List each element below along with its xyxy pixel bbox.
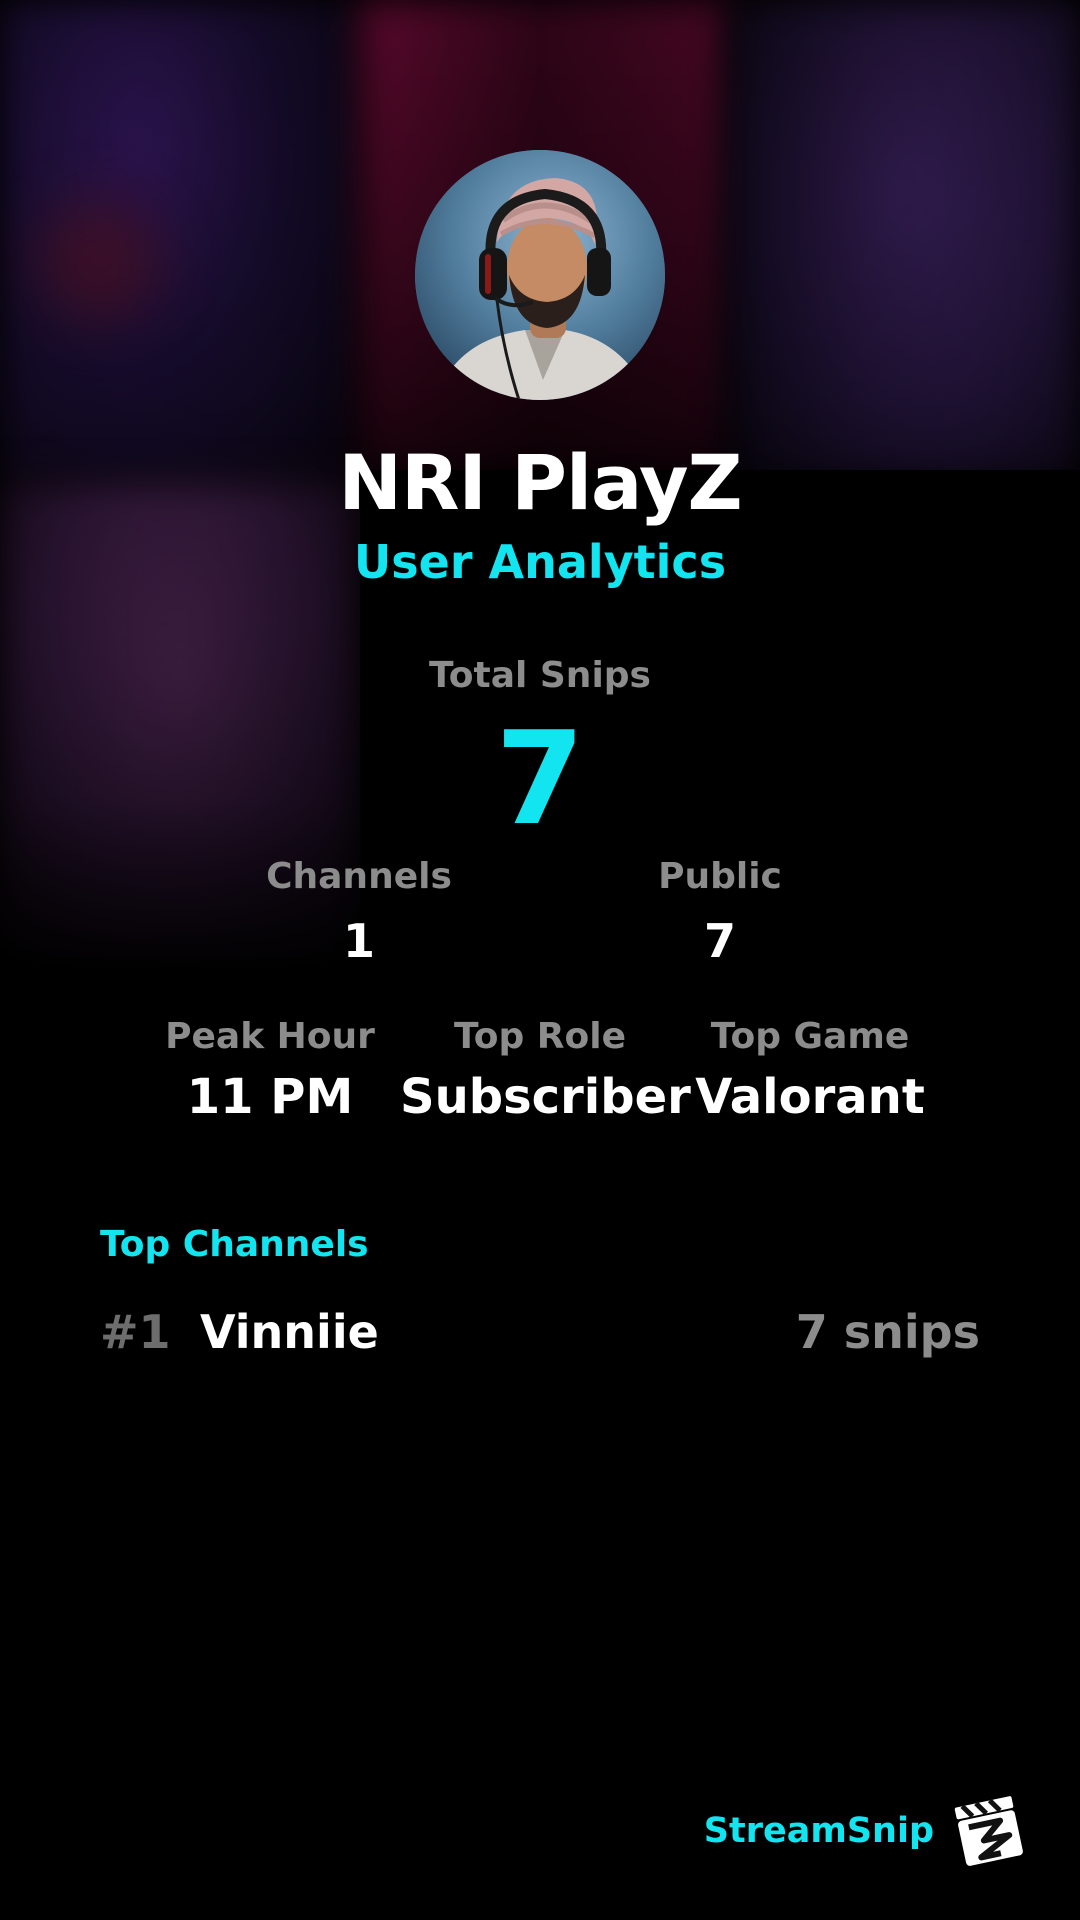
total-snips-value: 7 [495, 705, 585, 854]
brand-footer: StreamSnip [704, 1792, 1028, 1870]
top-channels-title: Top Channels [100, 1224, 369, 1265]
stat-channels: Channels 1 [229, 855, 489, 969]
stat-peak-hour: Peak Hour 11 PM [140, 1015, 400, 1125]
analytics-card: NRI PlayZ User Analytics Total Snips 7 C… [0, 0, 1080, 1920]
stat-label: Channels [266, 856, 452, 897]
stat-top-role: Top Role Subscriber [400, 1015, 691, 1125]
stat-value: Valorant [695, 1069, 925, 1125]
stat-public: Public 7 [590, 855, 850, 969]
stat-value: 7 [703, 914, 736, 968]
stat-value: Subscriber [400, 1069, 691, 1125]
channel-name: Vinniie [200, 1305, 379, 1359]
list-item: #1 Vinniie 7 snips [100, 1300, 980, 1370]
stat-label: Top Role [453, 1016, 627, 1057]
stat-label: Top Game [710, 1016, 910, 1057]
username: NRI PlayZ [338, 438, 742, 527]
avatar [415, 150, 665, 400]
stat-value: 11 PM [186, 1069, 354, 1125]
stat-label: Peak Hour [165, 1016, 375, 1057]
stat-top-game: Top Game Valorant [680, 1015, 940, 1125]
total-snips-label: Total Snips [429, 655, 651, 696]
channel-snip-count: 7 snips [795, 1305, 980, 1359]
brand-name: StreamSnip [703, 1811, 934, 1851]
stat-value: 1 [342, 914, 375, 968]
user-avatar-icon [415, 150, 665, 400]
channel-rank: #1 [100, 1305, 171, 1359]
page-subtitle: User Analytics [353, 535, 727, 589]
stat-label: Public [658, 856, 782, 897]
clapperboard-icon [952, 1793, 1028, 1869]
